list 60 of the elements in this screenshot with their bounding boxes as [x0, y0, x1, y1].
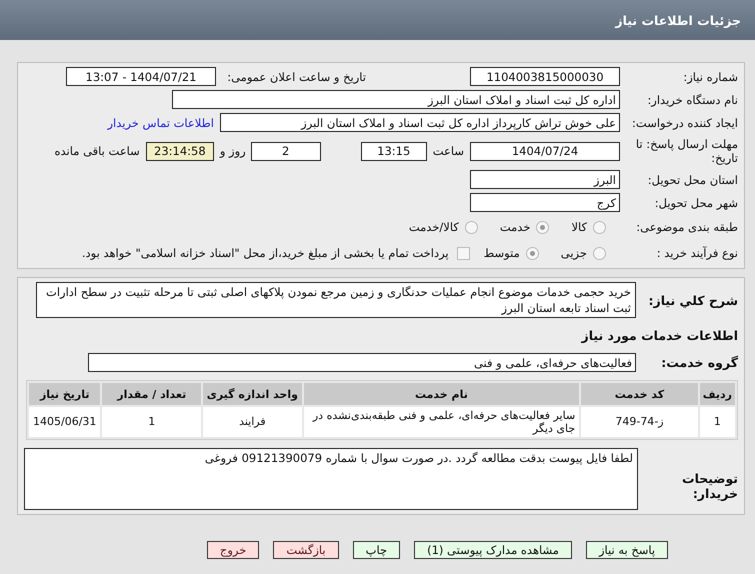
- radio-button[interactable]: [593, 246, 606, 260]
- column-header: واحد اندازه گیری: [203, 383, 302, 405]
- description-field: خرید حجمی خدمات موضوع انجام عملیات حدنگاری و زمین مرجع نمودن پلاکهای اصلی ثبتی تا مرحله تثبیت در سطح ادارات ثبت اسناد تابعه استان البرز: [36, 282, 636, 318]
- field-label: توضیحات خریدار:: [681, 471, 738, 501]
- days-field: 2: [250, 142, 321, 160]
- field-label: شهر محل تحویل:: [654, 196, 738, 210]
- column-header: تاریخ نیاز: [29, 383, 100, 405]
- page-title: جزئیات اطلاعات نیاز: [615, 12, 741, 28]
- field-label: مهلت ارسال پاسخ: تا تاریخ:: [634, 137, 738, 165]
- table-cell: 1: [102, 407, 202, 437]
- exit-button[interactable]: خروج: [206, 541, 260, 559]
- field-label: نام دستگاه خریدار:: [646, 92, 738, 106]
- need-number-field: 1104003815000030: [470, 67, 620, 86]
- radio-label: متوسط: [484, 246, 520, 260]
- action-button[interactable]: مشاهده مدارک پیوستی (1): [414, 541, 572, 559]
- field-label: ایجاد کننده درخواست:: [631, 116, 738, 130]
- table-cell: سایر فعالیت‌های حرفه‌ای، علمی و فنی طبقه‌بندی‌نشده در جای دیگر: [304, 407, 580, 437]
- exit-button[interactable]: بازگشت: [273, 541, 339, 559]
- column-header: کد خدمت: [581, 383, 698, 405]
- field-label: شرح کلي نیاز:: [648, 292, 738, 308]
- table-cell: فرایند: [203, 407, 302, 437]
- column-header: ردیف: [700, 383, 735, 405]
- field-label: گروه خدمت:: [660, 355, 738, 370]
- contact-link[interactable]: اطلاعات تماس خریدار: [107, 116, 214, 130]
- radio-button[interactable]: [526, 246, 539, 260]
- payment-label: پرداخت تمام یا بخشی از مبلغ خرید،از محل "اسناد خزانه اسلامی" خواهد بود.: [82, 246, 449, 260]
- field-label: طبقه بندی موضوعی:: [635, 220, 738, 234]
- deadline-date-field: 1404/07/24: [470, 142, 620, 160]
- table-cell: 1: [700, 407, 735, 437]
- field-label: شماره نیاز:: [682, 70, 738, 84]
- remaining-label: ساعت باقی مانده: [54, 144, 140, 158]
- radio-label: کالا: [571, 220, 587, 234]
- column-header: تعداد / مقدار: [102, 383, 202, 405]
- checkbox[interactable]: [456, 246, 470, 260]
- radio-button[interactable]: [593, 220, 606, 234]
- buyer-notes-field: لطفا فایل پیوست بدقت مطالعه گردد .در صورت سوال با شماره 09121390079 فروغی: [24, 448, 638, 510]
- field-label: تاریخ و ساعت اعلان عمومی:: [226, 70, 366, 84]
- days-label: روز و: [220, 144, 246, 158]
- field-label: استان محل تحویل:: [646, 172, 738, 186]
- service-group-field: فعالیت‌های حرفه‌ای، علمی و فنی: [88, 353, 636, 372]
- table-cell: ز-74-749: [581, 407, 698, 437]
- table-cell: 1405/06/31: [29, 407, 100, 437]
- column-header: نام خدمت: [304, 383, 580, 405]
- province-field: البرز: [470, 170, 620, 189]
- requester-field: علی خوش تراش کارپرداز اداره کل ثبت اسناد و املاک استان البرز: [220, 113, 620, 132]
- radio-label: کالا/خدمت: [408, 220, 459, 234]
- deadline-time-field: 13:15: [360, 142, 427, 160]
- time-label: ساعت: [432, 144, 464, 158]
- radio-button[interactable]: [536, 220, 550, 234]
- action-button[interactable]: چاپ: [352, 541, 400, 559]
- section-heading: اطلاعات خدمات مورد نیاز: [580, 328, 738, 343]
- field-label: نوع فرآیند خرید :: [656, 246, 738, 260]
- action-button[interactable]: پاسخ به نیاز: [586, 541, 668, 559]
- radio-label: جزیی: [560, 246, 587, 260]
- buyer-org-field: اداره کل ثبت اسناد و املاک استان البرز: [172, 90, 620, 109]
- announce-date-field: 1404/07/21 - 13:07: [66, 67, 216, 86]
- radio-button[interactable]: [464, 220, 478, 234]
- remaining-time-field: 23:14:58: [146, 142, 214, 160]
- radio-label: خدمت: [500, 220, 530, 234]
- city-field: کرج: [470, 193, 620, 212]
